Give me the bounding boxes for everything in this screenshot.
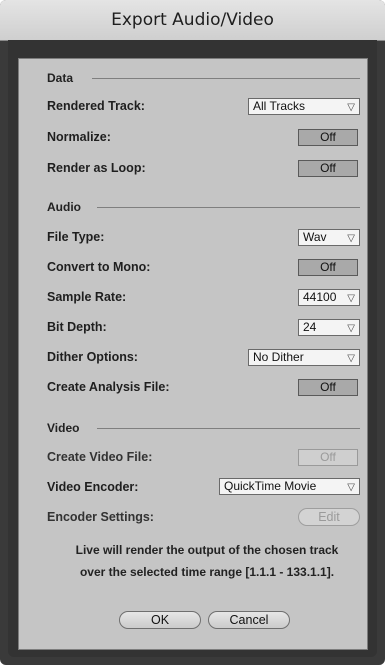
- dither-options-label: Dither Options:: [47, 350, 138, 364]
- section-divider: [97, 428, 360, 429]
- encoder-edit-button[interactable]: Edit: [298, 508, 360, 526]
- dither-options-value: No Dither: [253, 350, 304, 364]
- sample-rate-value: 44100: [303, 290, 337, 304]
- convert-to-mono-toggle[interactable]: Off: [298, 259, 358, 276]
- video-encoder-value: QuickTime Movie: [224, 479, 317, 493]
- cancel-button[interactable]: Cancel: [208, 611, 290, 629]
- rendered-track-dropdown[interactable]: All Tracks ▽: [248, 98, 360, 115]
- video-encoder-label: Video Encoder:: [47, 480, 139, 494]
- bit-depth-value: 24: [303, 320, 317, 334]
- encoder-settings-label: Encoder Settings:: [47, 510, 154, 524]
- file-type-dropdown[interactable]: Wav ▽: [298, 229, 360, 246]
- normalize-label: Normalize:: [47, 130, 111, 144]
- chevron-down-icon: ▽: [347, 293, 355, 304]
- rendered-track-value: All Tracks: [253, 99, 306, 113]
- create-video-file-toggle[interactable]: Off: [298, 449, 358, 466]
- render-info-line-2: over the selected time range [1.1.1 - 13…: [79, 565, 335, 579]
- bit-depth-dropdown[interactable]: 24 ▽: [298, 319, 360, 336]
- chevron-down-icon: ▽: [347, 102, 355, 113]
- render-info-line-1: Live will render the output of the chose…: [75, 543, 339, 557]
- file-type-value: Wav: [303, 230, 327, 244]
- chevron-down-icon: ▽: [347, 323, 355, 334]
- section-video-heading: Video: [47, 421, 80, 435]
- rendered-track-label: Rendered Track:: [47, 99, 145, 113]
- chevron-down-icon: ▽: [347, 482, 355, 493]
- sample-rate-label: Sample Rate:: [47, 290, 127, 304]
- ok-button[interactable]: OK: [119, 611, 201, 629]
- section-data-heading: Data: [47, 71, 74, 85]
- chevron-down-icon: ▽: [347, 233, 355, 244]
- file-type-label: File Type:: [47, 230, 105, 244]
- render-as-loop-label: Render as Loop:: [47, 161, 146, 175]
- section-audio-heading: Audio: [47, 200, 81, 214]
- section-divider: [97, 207, 360, 208]
- window-title: Export Audio/Video: [0, 0, 385, 41]
- create-video-file-label: Create Video File:: [47, 450, 153, 464]
- render-as-loop-toggle[interactable]: Off: [298, 160, 358, 177]
- dither-options-dropdown[interactable]: No Dither ▽: [248, 349, 360, 366]
- bit-depth-label: Bit Depth:: [47, 320, 107, 334]
- chevron-down-icon: ▽: [347, 353, 355, 364]
- create-analysis-file-toggle[interactable]: Off: [298, 379, 358, 396]
- export-dialog: Export Audio/Video Data Rendered Track: …: [0, 0, 385, 665]
- create-analysis-file-label: Create Analysis File:: [47, 380, 170, 394]
- sample-rate-dropdown[interactable]: 44100 ▽: [298, 289, 360, 306]
- section-divider: [92, 78, 360, 79]
- video-encoder-dropdown[interactable]: QuickTime Movie ▽: [219, 478, 360, 495]
- normalize-toggle[interactable]: Off: [298, 129, 358, 146]
- convert-to-mono-label: Convert to Mono:: [47, 260, 151, 274]
